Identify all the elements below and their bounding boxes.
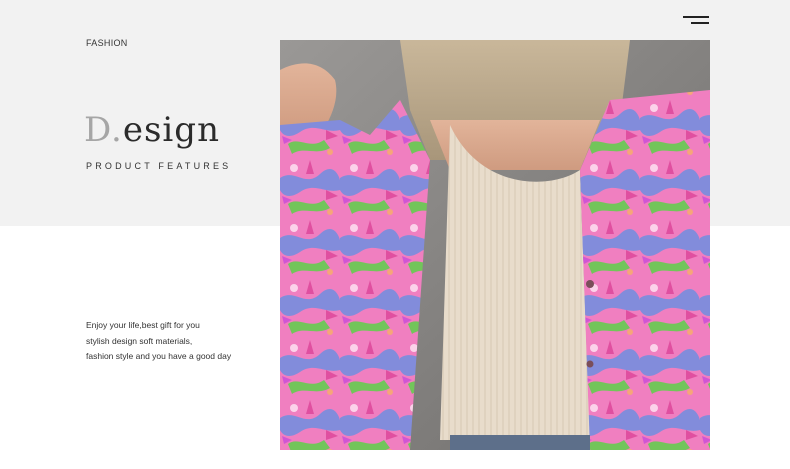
design-title-rest: esign (122, 110, 220, 150)
section-label: FASHION (86, 38, 128, 48)
description: Enjoy your life,best gift for you stylis… (86, 318, 266, 365)
product-photo (280, 40, 710, 450)
menu-button[interactable] (680, 14, 710, 28)
right-cardigan-panel (580, 90, 710, 450)
left-cardigan-panel (280, 100, 430, 450)
description-line: Enjoy your life,best gift for you (86, 320, 200, 330)
cardigan-button (586, 360, 594, 368)
product-features-subtitle: PRODUCT FEATURES (86, 161, 232, 171)
design-title-initial: D. (84, 110, 123, 150)
description-line: stylish design soft materials, (86, 335, 193, 346)
design-title: D.esign (84, 108, 220, 152)
hamburger-menu-icon (683, 16, 709, 18)
floral-cardigan-photo (280, 40, 710, 450)
description-line: fashion style and you have a good day (86, 351, 232, 361)
cardigan-button (586, 280, 594, 288)
hamburger-menu-icon-line (691, 22, 709, 24)
jeans (450, 435, 590, 450)
